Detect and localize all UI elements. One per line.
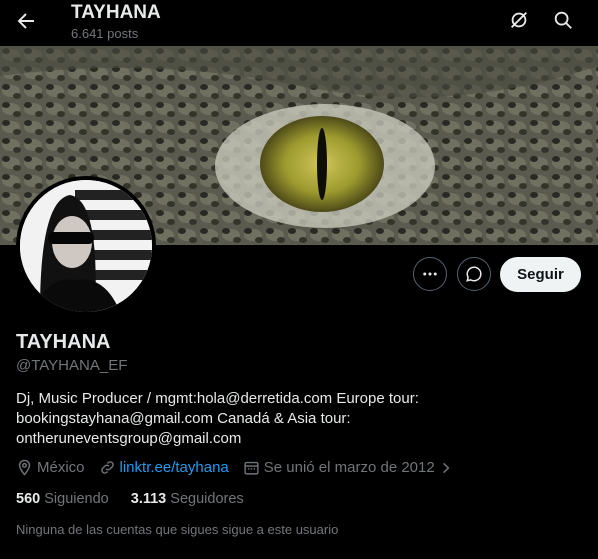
- more-horizontal-icon: [423, 272, 437, 276]
- top-bar: TAYHANA 6.641 posts: [0, 0, 598, 46]
- link-item: linktr.ee/tayhana: [99, 459, 229, 476]
- avatar-photo: [20, 180, 152, 312]
- followers-count: 3.113: [130, 491, 167, 507]
- location-item: México: [16, 459, 85, 476]
- following-label: Siguiendo: [44, 491, 109, 507]
- bio-line: ontheruneventsgroup@gmail.com: [16, 430, 242, 447]
- avatar-ring: [16, 176, 156, 316]
- arrow-left-icon[interactable]: [14, 9, 38, 33]
- joined-text: Se unió el marzo de 2012: [263, 459, 435, 476]
- mutual-followers-note: Ninguna de las cuentas que sigues sigue …: [16, 522, 339, 537]
- location-pin-icon: [18, 459, 31, 476]
- post-count: 6.641 posts: [71, 26, 139, 41]
- follow-button[interactable]: Seguir: [500, 257, 581, 292]
- followers-link[interactable]: 3.113 Seguidores: [131, 491, 244, 507]
- bio-line: bookingstayhana@gmail.com Canadá & Asia …: [16, 410, 351, 427]
- following-count: 560: [16, 491, 41, 507]
- page-title: TAYHANA: [71, 2, 161, 23]
- search-icon[interactable]: [552, 9, 574, 31]
- bio-line: Dj, Music Producer / mgmt:hola@derretida…: [16, 390, 419, 407]
- chevron-right-icon[interactable]: [439, 461, 453, 475]
- profile-handle: @TAYHANA_EF: [16, 357, 128, 374]
- more-options-button[interactable]: [413, 257, 447, 291]
- profile-bio: Dj, Music Producer / mgmt:hola@derretida…: [16, 389, 586, 449]
- location-text: México: [37, 459, 85, 476]
- notifications-off-icon[interactable]: [508, 9, 530, 31]
- joined-item: Se unió el marzo de 2012: [243, 459, 457, 476]
- calendar-icon: [244, 461, 259, 475]
- following-link[interactable]: 560 Siguiendo: [16, 491, 109, 507]
- message-button[interactable]: [457, 257, 491, 291]
- profile-meta: México linktr.ee/tayhana Se unió el marz…: [16, 459, 471, 476]
- avatar[interactable]: [20, 180, 152, 312]
- link-icon: [100, 461, 114, 474]
- follow-stats: 560 Siguiendo 3.113 Seguidores: [16, 491, 262, 507]
- message-bubble-icon: [466, 266, 482, 282]
- followers-label: Seguidores: [170, 491, 244, 507]
- profile-name: TAYHANA: [16, 331, 111, 353]
- profile-link[interactable]: linktr.ee/tayhana: [120, 459, 229, 476]
